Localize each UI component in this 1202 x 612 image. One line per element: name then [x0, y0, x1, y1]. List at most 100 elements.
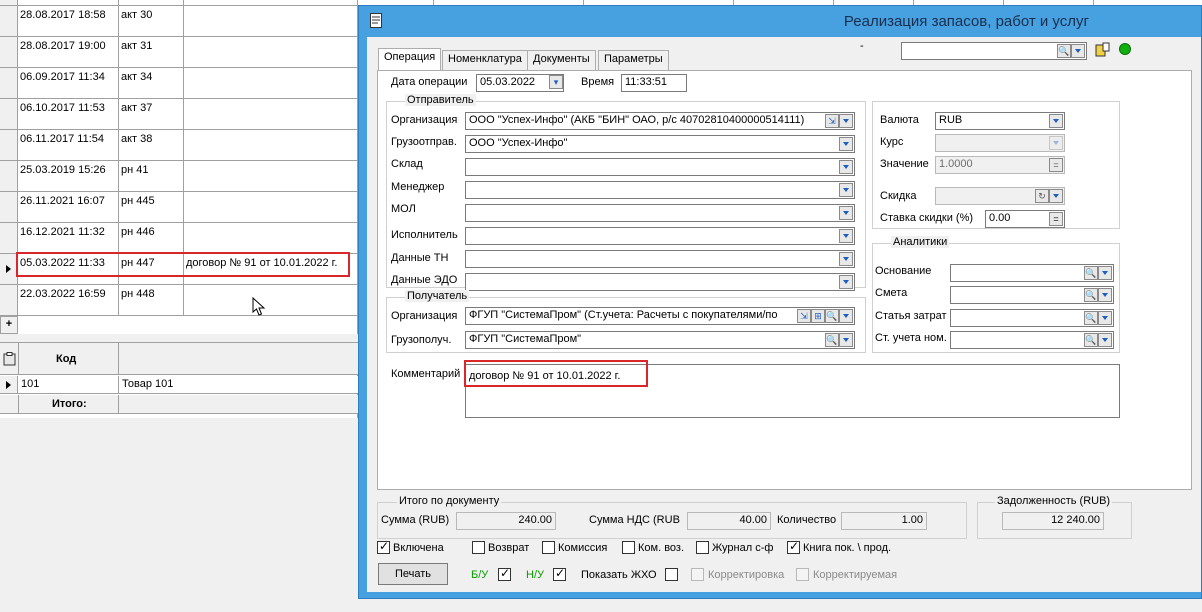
currency-field[interactable]: RUB: [935, 112, 1065, 130]
qty-field[interactable]: 1.00: [841, 512, 927, 530]
mouse-cursor-icon: [252, 297, 266, 316]
chevron-down-icon[interactable]: [839, 333, 853, 347]
bu-checkbox[interactable]: [498, 566, 511, 581]
search-icon[interactable]: 🔍: [825, 333, 839, 347]
table-row[interactable]: 28.08.2017 19:00 акт 31: [0, 37, 358, 68]
receiver-org-field[interactable]: ФГУП "СистемаПром" (Ст.учета: Расчеты с …: [465, 307, 855, 325]
return-checkbox[interactable]: [472, 541, 485, 554]
table-row[interactable]: 101 Товар 101: [0, 376, 358, 394]
chevron-down-icon[interactable]: [839, 309, 853, 323]
estimate-field[interactable]: 🔍: [950, 286, 1114, 304]
chevron-down-icon[interactable]: [1098, 288, 1112, 302]
chevron-down-icon[interactable]: [839, 137, 853, 151]
items-col-code[interactable]: Код: [56, 353, 76, 365]
search-icon[interactable]: 🔍: [1084, 333, 1098, 347]
discount-label: Скидка: [880, 190, 917, 202]
table-row[interactable]: 26.11.2021 16:07 рн 445: [0, 192, 358, 223]
table-row[interactable]: 06.09.2017 11:34 акт 34: [0, 68, 358, 99]
chevron-down-icon[interactable]: [839, 160, 853, 174]
nu-checkbox[interactable]: [553, 566, 566, 581]
select-icon[interactable]: ⇲: [797, 309, 811, 323]
date-picker-icon[interactable]: ▾: [549, 75, 563, 89]
warehouse-field[interactable]: [465, 158, 855, 176]
row-doc: рн 41: [121, 164, 149, 176]
row-date: 28.08.2017 19:00: [20, 40, 106, 52]
search-icon[interactable]: 🔍: [1084, 311, 1098, 325]
journal-checkbox[interactable]: [696, 541, 709, 554]
clipboard-icon[interactable]: [3, 352, 17, 366]
print-button[interactable]: Печать: [378, 563, 448, 585]
chevron-down-icon[interactable]: [839, 183, 853, 197]
com-voz-checkbox[interactable]: [622, 541, 635, 554]
row-doc: акт 30: [121, 9, 153, 21]
debt-field[interactable]: 12 240.00: [1002, 512, 1104, 530]
rate-field[interactable]: [935, 134, 1065, 152]
table-row[interactable]: 16.12.2021 11:32 рн 446: [0, 223, 358, 254]
book-checkbox[interactable]: [787, 539, 800, 554]
account-field[interactable]: 🔍: [950, 331, 1114, 349]
search-icon[interactable]: 🔍: [825, 309, 839, 323]
select-icon[interactable]: ⇲: [825, 114, 839, 128]
chevron-down-icon[interactable]: [1098, 333, 1112, 347]
shipper-field[interactable]: ООО "Успех-Инфо": [465, 135, 855, 153]
discount-rate-field[interactable]: 0.00 =: [985, 210, 1065, 228]
document-grid: 28.08.2017 18:58 акт 30 28.08.2017 19:00…: [0, 0, 358, 418]
quick-search-input[interactable]: 🔍: [901, 42, 1087, 60]
basis-field[interactable]: 🔍: [950, 264, 1114, 282]
show-zho-label: Показать ЖХО: [581, 569, 657, 581]
included-checkbox[interactable]: [377, 539, 390, 554]
sum-field[interactable]: 240.00: [456, 512, 556, 530]
vat-field[interactable]: 40.00: [687, 512, 771, 530]
chevron-down-icon[interactable]: [1098, 311, 1112, 325]
search-icon[interactable]: 🔍: [1084, 288, 1098, 302]
consignee-field[interactable]: ФГУП "СистемаПром" 🔍: [465, 331, 855, 349]
dialog-title: Реализация запасов, работ и услуг: [843, 13, 1089, 30]
table-row[interactable]: 06.10.2017 11:53 акт 37: [0, 99, 358, 130]
manager-field[interactable]: [465, 181, 855, 199]
chevron-down-icon[interactable]: [1049, 136, 1063, 150]
chevron-down-icon[interactable]: [839, 114, 853, 128]
chevron-down-icon[interactable]: [839, 275, 853, 289]
tab-nomenclature[interactable]: Номенклатура: [442, 50, 528, 70]
chevron-down-icon[interactable]: [1071, 44, 1085, 58]
edo-field[interactable]: [465, 273, 855, 291]
cost-item-field[interactable]: 🔍: [950, 309, 1114, 327]
chevron-down-icon[interactable]: [1049, 189, 1063, 203]
corrected-checkbox[interactable]: [796, 568, 809, 581]
show-zho-checkbox[interactable]: [665, 568, 678, 581]
chevron-down-icon[interactable]: [839, 206, 853, 220]
mol-field[interactable]: [465, 204, 855, 222]
chevron-down-icon[interactable]: [839, 229, 853, 243]
calculator-icon[interactable]: =: [1049, 212, 1063, 226]
vat-label: Сумма НДС (RUB: [589, 514, 680, 526]
tools-icon[interactable]: [1095, 42, 1111, 58]
add-row-button[interactable]: +: [0, 316, 18, 334]
chevron-down-icon[interactable]: [1098, 266, 1112, 280]
time-label: Время: [581, 76, 615, 88]
table-row[interactable]: 06.11.2017 11:54 акт 38: [0, 130, 358, 161]
chevron-down-icon[interactable]: [839, 252, 853, 266]
discount-field[interactable]: ↻: [935, 187, 1065, 205]
hierarchy-icon[interactable]: ⊞: [811, 309, 825, 323]
tab-operation[interactable]: Операция: [378, 48, 442, 70]
sum-label: Сумма (RUB): [381, 514, 450, 526]
search-icon[interactable]: 🔍: [1057, 44, 1071, 58]
tab-parameters[interactable]: Параметры: [598, 50, 669, 70]
table-row[interactable]: 28.08.2017 18:58 акт 30: [0, 6, 358, 37]
correction-checkbox[interactable]: [691, 568, 704, 581]
search-icon[interactable]: 🔍: [1084, 266, 1098, 280]
com-voz-label: Ком. воз.: [638, 542, 685, 554]
chevron-down-icon[interactable]: [1049, 114, 1063, 128]
dialog-titlebar[interactable]: Реализация запасов, работ и услуг: [359, 6, 1201, 36]
commission-checkbox[interactable]: [542, 541, 555, 554]
calculator-icon[interactable]: =: [1049, 158, 1063, 172]
table-row[interactable]: 22.03.2022 16:59 рн 448: [0, 285, 358, 316]
refresh-icon[interactable]: ↻: [1035, 189, 1049, 203]
sender-org-field[interactable]: ООО "Успех-Инфо" (АКБ "БИН" ОАО, р/с 407…: [465, 112, 855, 130]
tab-documents[interactable]: Документы: [527, 50, 596, 70]
tn-field[interactable]: [465, 250, 855, 268]
table-row[interactable]: 25.03.2019 15:26 рн 41: [0, 161, 358, 192]
executor-field[interactable]: [465, 227, 855, 245]
time-field[interactable]: 11:33:51: [621, 74, 687, 92]
value-field[interactable]: 1.0000 =: [935, 156, 1065, 174]
